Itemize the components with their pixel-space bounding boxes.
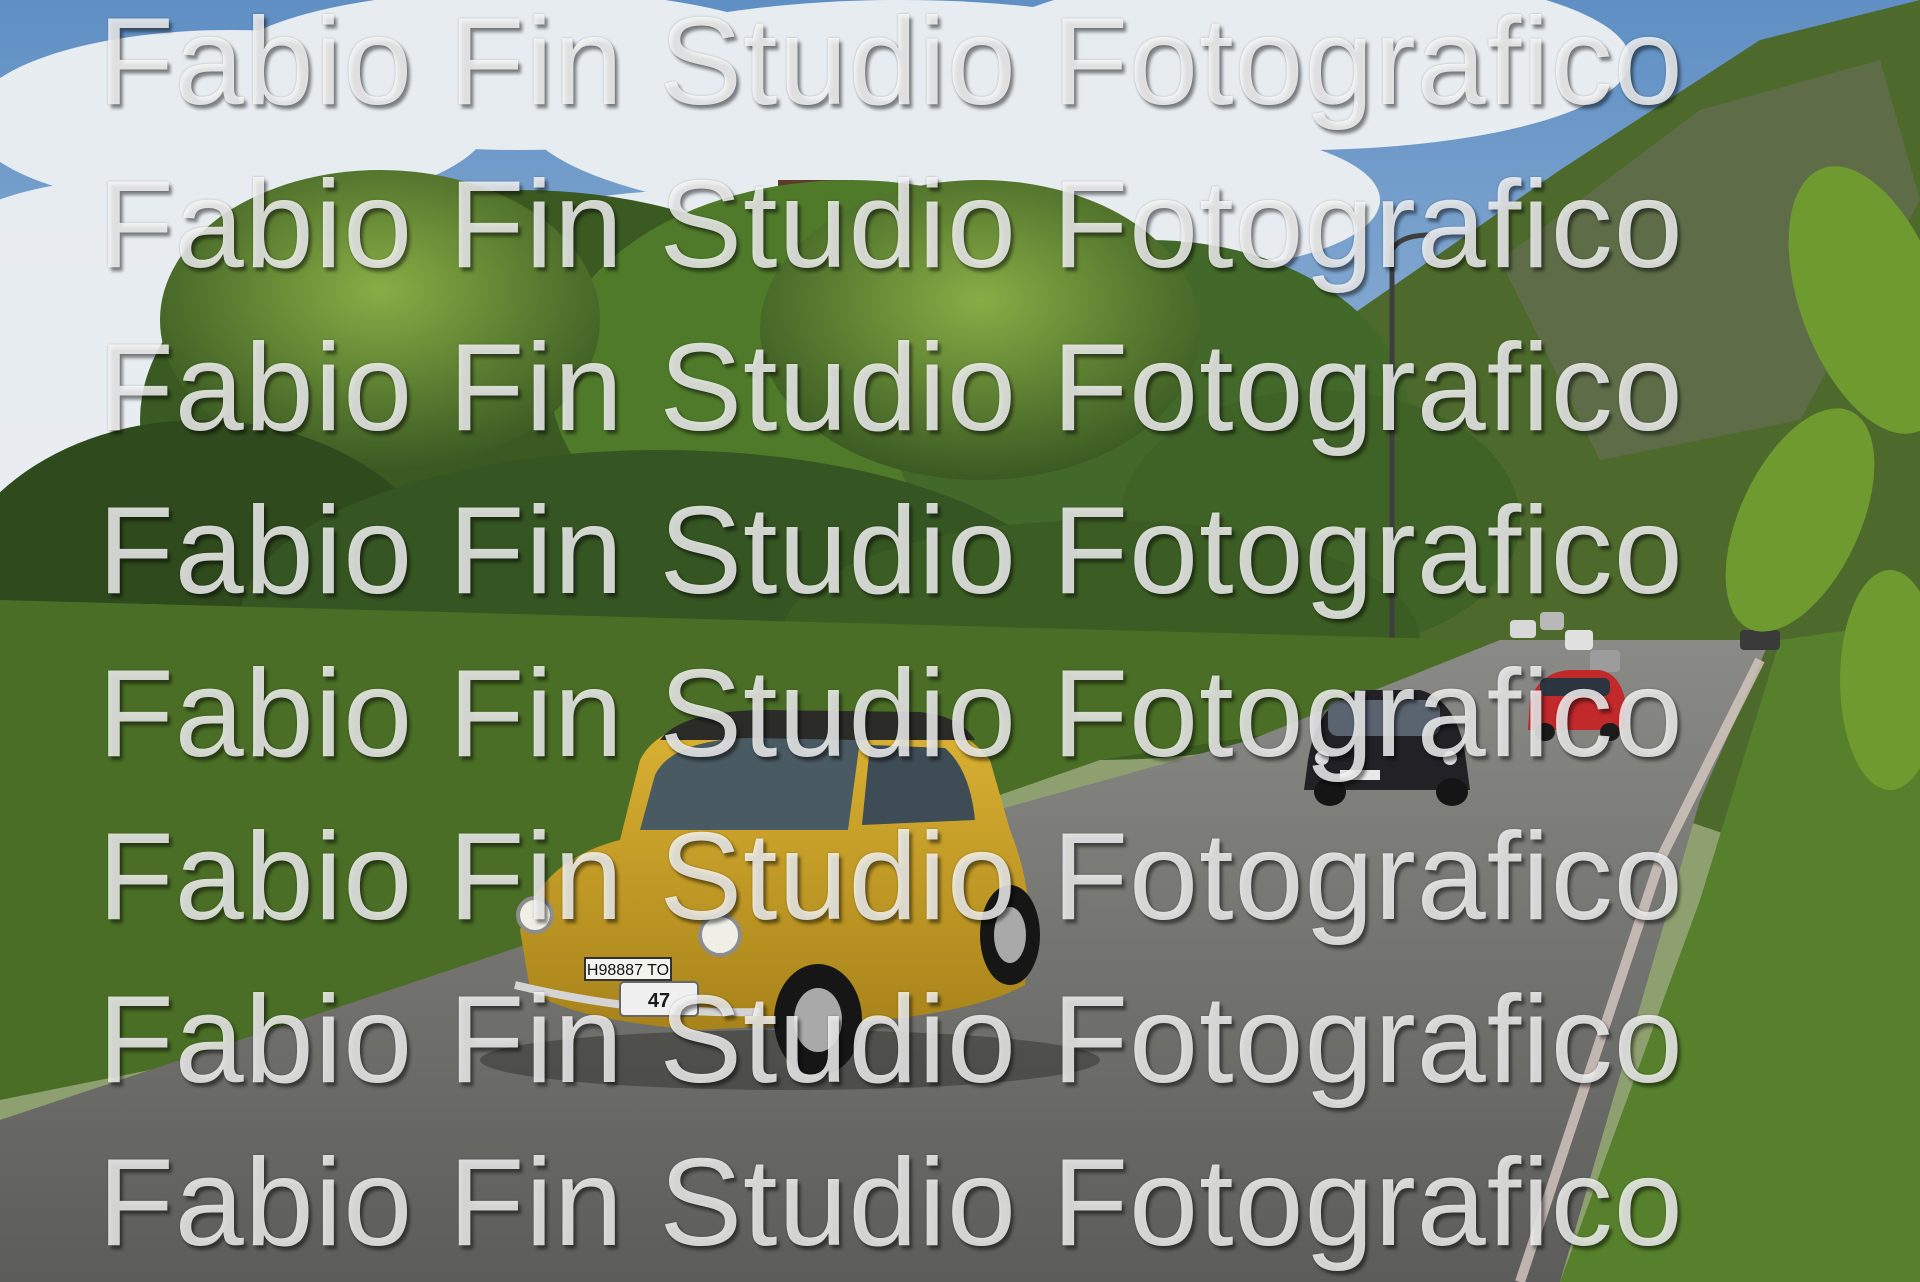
photo-frame: H98887 TO 47 Fabio Fin Studio Fotografic… — [0, 0, 1920, 1282]
headlight-right — [698, 913, 742, 957]
license-plate: H98887 TO — [584, 957, 672, 981]
rally-number: 47 — [648, 990, 670, 1012]
plate-number: H98887 TO — [587, 962, 669, 979]
headlight-left — [516, 896, 554, 934]
rally-plate: 47 — [619, 981, 699, 1017]
black-fiat-500 — [1304, 690, 1470, 806]
landscape-photo: H98887 TO 47 — [0, 0, 1920, 1282]
